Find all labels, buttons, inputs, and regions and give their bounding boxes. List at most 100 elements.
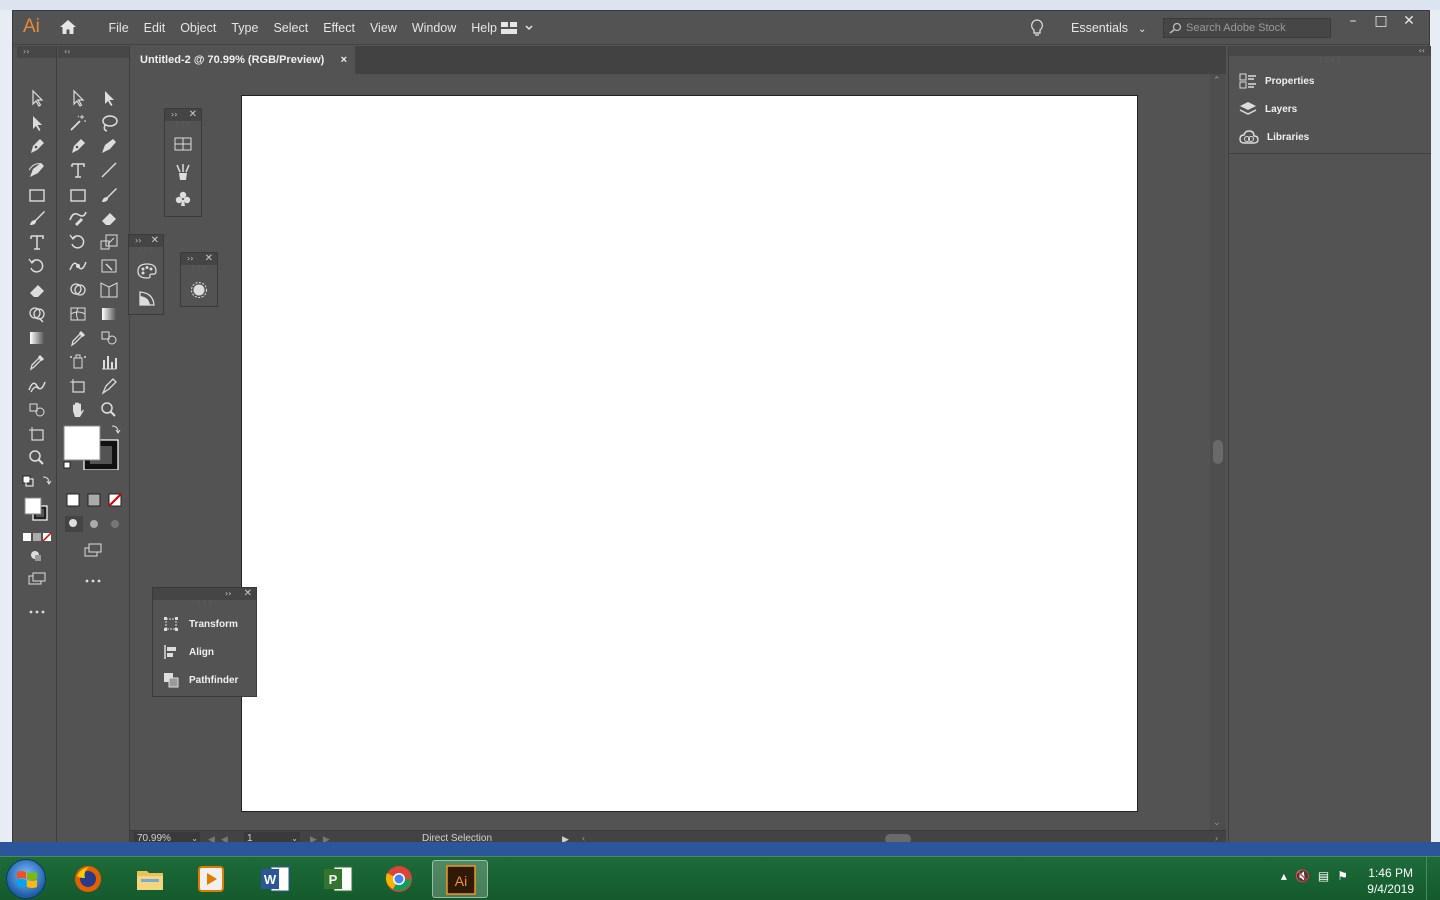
workspace-switcher[interactable]: Essentials ⌄ [1071, 11, 1146, 47]
draw-mode-icons[interactable] [64, 516, 126, 536]
type-tool-icon[interactable] [26, 232, 48, 252]
appearance-icon[interactable] [190, 281, 208, 299]
slice-tool-icon[interactable] [98, 376, 120, 396]
menu-file[interactable]: File [101, 11, 136, 45]
transform-panel-item[interactable]: Transform [163, 613, 238, 635]
perspective-grid-tool-icon[interactable] [98, 280, 120, 300]
right-panel-header[interactable]: ‹‹ [1229, 46, 1431, 56]
close-icon[interactable]: ✕ [151, 235, 159, 247]
close-icon[interactable]: ✕ [205, 253, 213, 265]
scroll-down-icon[interactable]: ⌄ [1213, 818, 1221, 828]
eraser-tool-icon[interactable] [26, 280, 48, 300]
screen-mode-icon[interactable] [82, 540, 104, 560]
action-center-flag-icon[interactable]: ⚑ [1337, 869, 1348, 883]
shaper-tool-icon[interactable] [67, 208, 89, 228]
layers-panel-item[interactable]: Layers [1239, 98, 1297, 120]
symbols-icon[interactable] [174, 191, 192, 207]
taskbar-chrome[interactable] [371, 860, 427, 898]
floating-panel-header[interactable]: ›› ✕ [181, 253, 217, 265]
scale-tool-icon[interactable] [98, 232, 120, 252]
draw-mode-icon[interactable] [26, 546, 48, 566]
vertical-scroll-thumb[interactable] [1213, 440, 1223, 464]
curvature-tool-icon[interactable] [98, 136, 120, 156]
menu-type[interactable]: Type [224, 11, 266, 45]
lightbulb-icon[interactable] [1030, 19, 1044, 37]
direct-selection-tool-icon[interactable] [26, 113, 48, 133]
menu-edit[interactable]: Edit [136, 11, 173, 45]
color-palette-icon[interactable] [137, 263, 157, 279]
color-mode-icons[interactable] [64, 492, 126, 512]
close-tab-icon[interactable]: × [341, 46, 347, 74]
rectangle-tool-icon[interactable] [26, 185, 48, 205]
maximize-button[interactable]: □ [1367, 11, 1395, 33]
gradient-tool-icon[interactable] [26, 328, 48, 348]
zoom-tool-icon[interactable] [98, 400, 120, 420]
menu-effect[interactable]: Effect [316, 11, 363, 45]
pen-tool-icon[interactable] [67, 136, 89, 156]
arrange-documents-icon[interactable] [500, 20, 540, 36]
eyedropper-tool-icon[interactable] [26, 352, 48, 372]
pen-tool-icon[interactable] [26, 136, 48, 156]
taskbar-file-explorer[interactable] [122, 860, 178, 898]
line-segment-tool-icon[interactable] [98, 160, 120, 180]
menu-select[interactable]: Select [266, 11, 316, 45]
selection-tool-icon[interactable] [26, 88, 48, 108]
fill-stroke-swatch-small[interactable] [21, 494, 51, 524]
taskbar-media-player[interactable] [183, 860, 239, 898]
panel-grip[interactable]: ⋮⋮⋮ [129, 247, 163, 253]
panel-grip[interactable]: ⋮⋮⋮ [153, 600, 256, 606]
artboard[interactable] [241, 95, 1138, 812]
libraries-panel-item[interactable]: Libraries [1239, 126, 1309, 148]
show-desktop-button[interactable] [1426, 857, 1440, 900]
menu-help[interactable]: Help [464, 11, 505, 45]
close-icon[interactable]: ✕ [189, 109, 197, 121]
volume-muted-icon[interactable]: 🔇 [1295, 869, 1310, 883]
floating-panel-header[interactable]: ›› ✕ [153, 588, 256, 600]
panel-grip[interactable]: ⋮⋮⋮⋮ [1229, 58, 1431, 64]
rotate-tool-icon[interactable] [67, 232, 89, 252]
more-tools-icon[interactable] [26, 602, 48, 622]
panel-grip[interactable]: ⋮⋮⋮ [165, 121, 201, 127]
system-clock[interactable]: 1:46 PM 9/4/2019 [1367, 865, 1414, 897]
magic-wand-tool-icon[interactable] [67, 113, 89, 133]
floating-panel-header[interactable]: ›› ✕ [165, 109, 201, 121]
type-tool-icon[interactable] [67, 160, 89, 180]
document-tab[interactable]: Untitled-2 @ 70.99% (RGB/Preview) × [130, 46, 355, 74]
free-transform-tool-icon[interactable] [98, 256, 120, 276]
artboard-tool-icon[interactable] [67, 376, 89, 396]
taskbar-firefox[interactable] [60, 860, 116, 898]
start-button[interactable] [6, 859, 46, 899]
search-adobe-stock-input[interactable]: Search Adobe Stock [1163, 18, 1331, 38]
brushes-icon[interactable] [174, 163, 192, 181]
screen-mode-icon[interactable] [26, 570, 48, 590]
artboard-tool-icon[interactable] [26, 424, 48, 444]
menu-window[interactable]: Window [404, 11, 463, 45]
live-paint-bucket-icon[interactable] [26, 400, 48, 420]
tools-panel-advanced-header[interactable]: ‹‹ [58, 46, 129, 58]
rotate-tool-icon[interactable] [26, 256, 48, 276]
width-tool-icon[interactable] [67, 256, 89, 276]
blend-tool-icon[interactable] [98, 328, 120, 348]
paintbrush-tool-icon[interactable] [26, 208, 48, 228]
direct-selection-tool-icon[interactable] [98, 88, 120, 108]
mesh-tool-icon[interactable] [67, 304, 89, 324]
lasso-tool-icon[interactable] [98, 113, 120, 133]
more-tools-icon[interactable] [82, 571, 104, 591]
symbol-sprayer-tool-icon[interactable] [67, 352, 89, 372]
gradient-tool-icon[interactable] [98, 304, 120, 324]
close-window-button[interactable]: ✕ [1395, 11, 1423, 33]
vertical-scrollbar[interactable]: ⌃ ⌄ [1210, 74, 1226, 830]
shape-builder-tool-icon[interactable] [67, 280, 89, 300]
color-mode-icons[interactable] [21, 528, 53, 548]
floating-panel-header[interactable]: ›› ✕ [129, 235, 163, 247]
menu-object[interactable]: Object [173, 11, 224, 45]
rectangle-tool-icon[interactable] [67, 185, 89, 205]
blend-tool-icon[interactable] [26, 376, 48, 396]
align-panel-item[interactable]: Align [163, 641, 214, 663]
zoom-tool-icon[interactable] [26, 448, 48, 468]
column-graph-tool-icon[interactable] [98, 352, 120, 372]
eraser-tool-icon[interactable] [98, 208, 120, 228]
default-fill-stroke-icon[interactable] [21, 474, 53, 494]
selection-tool-icon[interactable] [67, 88, 89, 108]
paintbrush-tool-icon[interactable] [98, 185, 120, 205]
